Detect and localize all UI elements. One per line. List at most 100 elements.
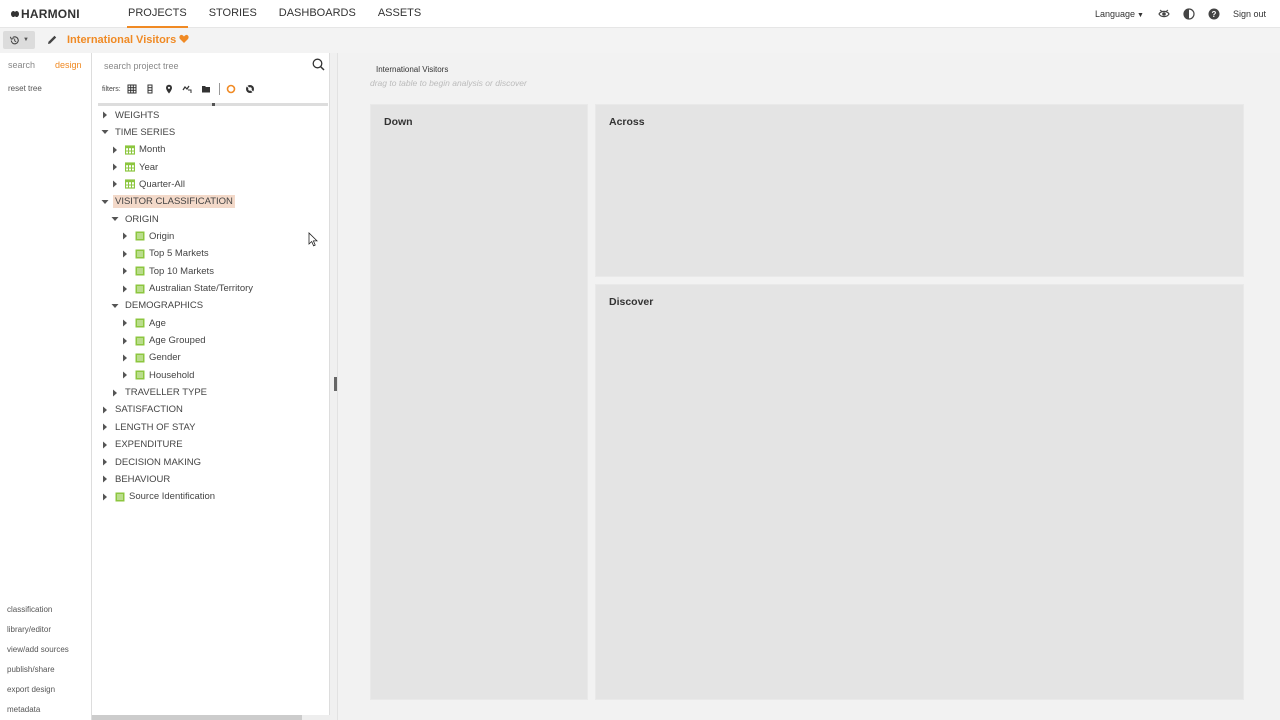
tree-node[interactable]: VISITOR CLASSIFICATION	[101, 195, 235, 209]
sidebar-link-publish-share[interactable]: publish/share	[0, 660, 92, 680]
tree-node-label: Australian State/Territory	[149, 283, 254, 294]
tree-node[interactable]: ORIGIN	[111, 212, 159, 226]
classification-icon	[135, 231, 145, 241]
language-label: Language	[1094, 9, 1136, 19]
tree-node-label: VISITOR CLASSIFICATION	[113, 195, 235, 209]
pencil-icon[interactable]	[46, 34, 58, 46]
tree-node[interactable]: Source Identification	[101, 490, 215, 504]
collapsed-arrow-icon[interactable]	[111, 163, 119, 171]
collapsed-arrow-icon[interactable]	[101, 423, 109, 431]
tree-node[interactable]: Month	[111, 143, 165, 157]
collapsed-arrow-icon[interactable]	[121, 285, 129, 293]
sidebar-link-metadata[interactable]: metadata	[0, 700, 92, 720]
svg-text:?: ?	[1212, 10, 1217, 19]
tree-node[interactable]: Quarter-All	[111, 177, 185, 191]
top-right-controls: Language ▼ ? Sign out	[1095, 0, 1266, 28]
tree-node[interactable]: Australian State/Territory	[121, 282, 253, 296]
splitter-grip[interactable]	[334, 377, 337, 391]
collapsed-arrow-icon[interactable]	[101, 441, 109, 449]
tree-scroll-indicator	[98, 103, 328, 106]
expanded-arrow-icon[interactable]	[111, 302, 119, 310]
collapsed-arrow-icon[interactable]	[101, 458, 109, 466]
tree-node[interactable]: WEIGHTS	[101, 108, 159, 122]
tree-node[interactable]: Age	[121, 316, 166, 330]
nav-tab-projects[interactable]: PROJECTS	[127, 0, 188, 28]
collapsed-arrow-icon[interactable]	[121, 354, 129, 362]
expanded-arrow-icon[interactable]	[111, 215, 119, 223]
map-pin-filter-icon[interactable]	[164, 84, 174, 94]
transform-filter-icon[interactable]	[182, 84, 192, 94]
project-title-text: International Visitors	[67, 34, 177, 46]
scrollbar-thumb[interactable]	[92, 715, 302, 720]
history-button[interactable]: ▼	[3, 31, 35, 49]
tree-node[interactable]: DEMOGRAPHICS	[111, 299, 203, 313]
sidebar-link-view-add-sources[interactable]: view/add sources	[0, 640, 92, 660]
tree-node[interactable]: SATISFACTION	[101, 403, 183, 417]
tree-node[interactable]: Origin	[121, 229, 174, 243]
hidden-filter-icon[interactable]	[245, 84, 255, 94]
collapsed-arrow-icon[interactable]	[111, 389, 119, 397]
classification-icon	[135, 370, 145, 380]
tree-node[interactable]: Year	[111, 160, 158, 174]
contrast-icon[interactable]	[1183, 8, 1195, 20]
collapsed-arrow-icon[interactable]	[121, 267, 129, 275]
project-title: International Visitors	[67, 34, 189, 46]
expanded-arrow-icon[interactable]	[101, 128, 109, 136]
sidebar-link-classification[interactable]: classification	[0, 600, 92, 620]
discover-drop-zone[interactable]: Discover	[595, 284, 1244, 700]
tree-node[interactable]: LENGTH OF STAY	[101, 420, 195, 434]
reset-tree-link[interactable]: reset tree	[8, 84, 42, 93]
classification-icon	[135, 353, 145, 363]
nav-tab-stories[interactable]: STORIES	[208, 0, 258, 28]
tree-node[interactable]: Age Grouped	[121, 334, 206, 348]
folder-filter-icon[interactable]	[201, 84, 211, 94]
collapsed-arrow-icon[interactable]	[101, 475, 109, 483]
show-visible-filter-icon[interactable]	[226, 84, 236, 94]
list-filter-icon[interactable]	[145, 84, 155, 94]
collapsed-arrow-icon[interactable]	[121, 371, 129, 379]
collapsed-arrow-icon[interactable]	[101, 111, 109, 119]
grid-filter-icon[interactable]	[127, 84, 137, 94]
collapsed-arrow-icon[interactable]	[111, 146, 119, 154]
tab-design[interactable]: design	[55, 60, 82, 70]
collapsed-arrow-icon[interactable]	[101, 493, 109, 501]
collapsed-arrow-icon[interactable]	[121, 337, 129, 345]
collapsed-arrow-icon[interactable]	[111, 180, 119, 188]
tree-node[interactable]: Top 5 Markets	[121, 247, 209, 261]
tree-node[interactable]: Gender	[121, 351, 181, 365]
tree-filters: filters:	[92, 81, 330, 97]
logo-text: HARMONI	[21, 7, 80, 21]
sidebar-link-export-design[interactable]: export design	[0, 680, 92, 700]
tab-search[interactable]: search	[8, 60, 35, 70]
collapsed-arrow-icon[interactable]	[121, 232, 129, 240]
tree-node-label: Quarter-All	[139, 178, 185, 190]
help-icon[interactable]: ?	[1208, 8, 1220, 20]
sign-out-link[interactable]: Sign out	[1233, 9, 1266, 19]
collapsed-arrow-icon[interactable]	[121, 250, 129, 258]
nav-tab-dashboards[interactable]: DASHBOARDS	[278, 0, 357, 28]
language-dropdown[interactable]: Language ▼	[1095, 9, 1144, 19]
across-drop-zone[interactable]: Across	[595, 104, 1244, 277]
nav-tab-assets[interactable]: ASSETS	[377, 0, 422, 28]
tree-node[interactable]: DECISION MAKING	[101, 455, 201, 469]
collapsed-arrow-icon[interactable]	[101, 406, 109, 414]
tree-node[interactable]: EXPENDITURE	[101, 438, 183, 452]
tree-node[interactable]: TIME SERIES	[101, 125, 175, 139]
tree-node[interactable]: Top 10 Markets	[121, 264, 214, 278]
heart-icon[interactable]	[179, 34, 189, 44]
search-icon[interactable]	[312, 58, 325, 71]
panel-splitter[interactable]	[330, 53, 338, 720]
horizontal-scrollbar[interactable]	[92, 715, 330, 720]
harmoni-logo[interactable]: HARMONI	[10, 7, 80, 21]
collapsed-arrow-icon[interactable]	[121, 319, 129, 327]
tree-node-label: Year	[139, 161, 159, 173]
sidebar-link-library-editor[interactable]: library/editor	[0, 620, 92, 640]
down-drop-zone[interactable]: Down	[370, 104, 588, 700]
expanded-arrow-icon[interactable]	[101, 198, 109, 206]
tree-node[interactable]: BEHAVIOUR	[101, 472, 170, 486]
eye-icon[interactable]	[1158, 8, 1170, 20]
project-tree-search-input[interactable]	[104, 59, 326, 73]
top-nav: HARMONI PROJECTS STORIES DASHBOARDS ASSE…	[0, 0, 1280, 28]
tree-node[interactable]: Household	[121, 368, 194, 382]
tree-node[interactable]: TRAVELLER TYPE	[111, 386, 207, 400]
